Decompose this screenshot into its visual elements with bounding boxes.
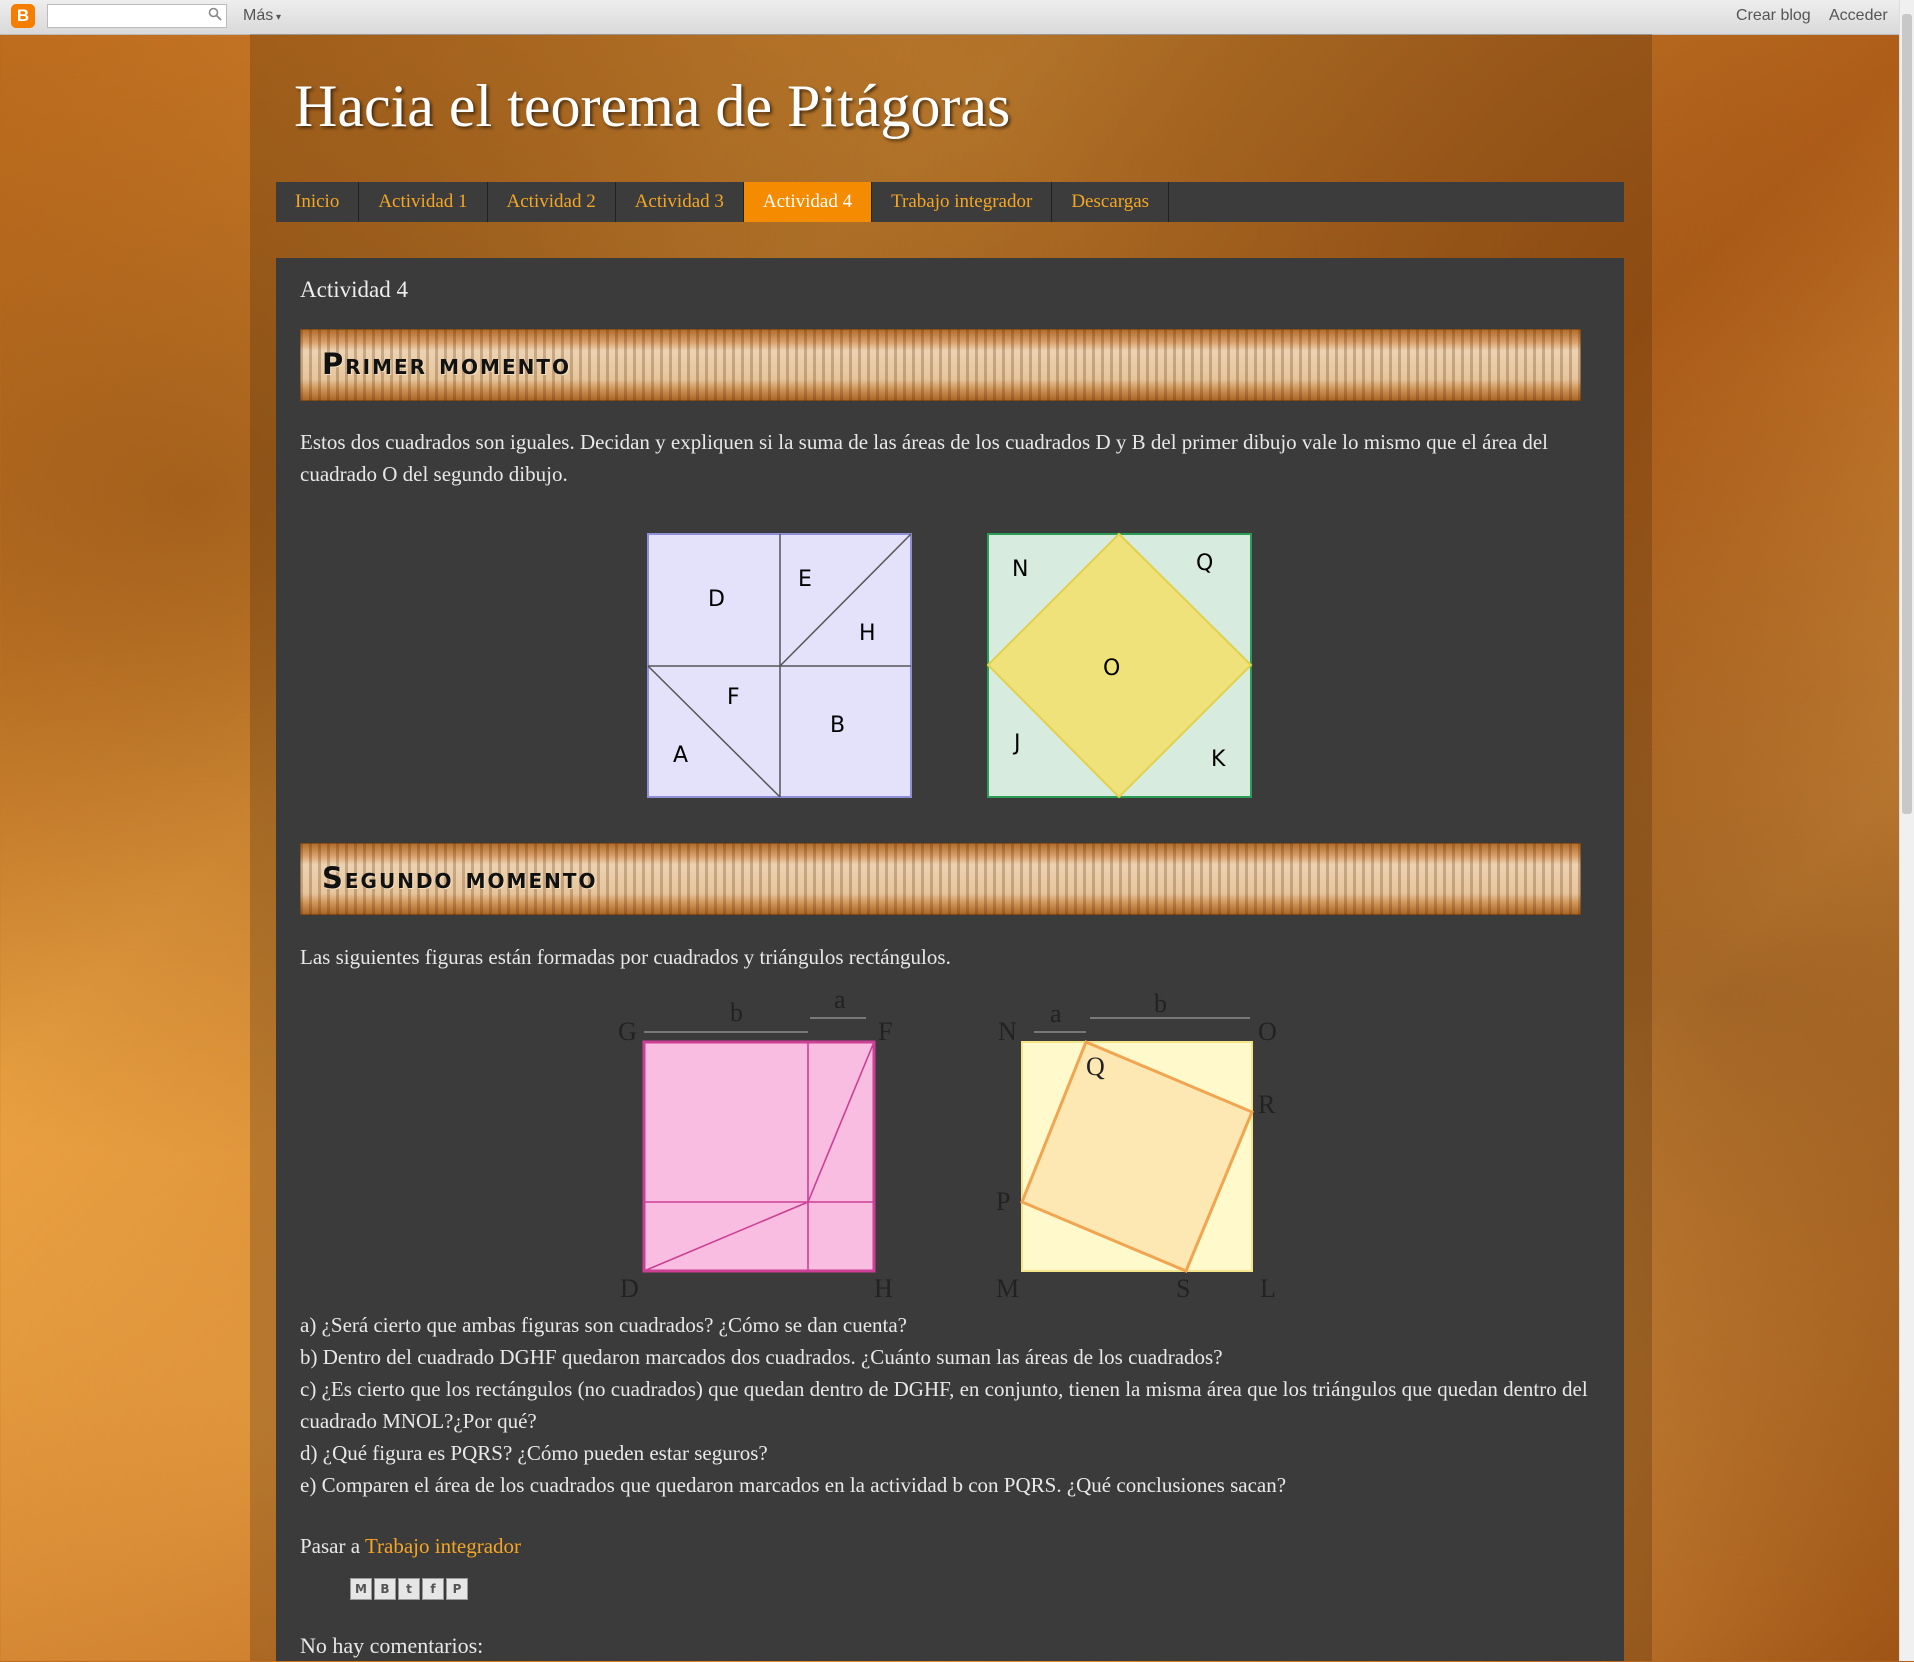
section-banner-primer-momento: Primer momento <box>300 329 1581 401</box>
post-title: Actividad 4 <box>300 277 408 302</box>
figure-square-dehfab: D E H F A B <box>647 533 912 798</box>
label-h: H <box>859 621 876 646</box>
blog-title[interactable]: Hacia el teorema de Pitágoras <box>294 72 1010 141</box>
label-s: S <box>1176 1274 1190 1303</box>
trabajo-integrador-link[interactable]: Trabajo integrador <box>365 1534 521 1558</box>
search-input[interactable] <box>47 4 227 28</box>
twitter-share-icon[interactable]: t <box>398 1578 420 1600</box>
blogthis-share-icon[interactable]: B <box>374 1578 396 1600</box>
label-a: a <box>834 988 846 1014</box>
chevron-down-icon: ▾ <box>273 12 282 23</box>
share-buttons: M B t f P <box>350 1578 468 1600</box>
more-menu[interactable]: Más ▾ <box>243 7 281 25</box>
more-menu-label: Más <box>243 7 274 24</box>
label-q: Q <box>1086 1052 1105 1081</box>
banner-title: Primer momento <box>322 347 572 381</box>
question-a: a) ¿Será cierto que ambas figuras son cu… <box>300 1313 908 1337</box>
tab-actividad-4[interactable]: Actividad 4 <box>743 182 873 222</box>
label-p: P <box>996 1187 1010 1216</box>
blogger-navbar: B Más ▾ Crear blog Acceder <box>0 0 1914 35</box>
tab-descargas[interactable]: Descargas <box>1052 182 1170 222</box>
figure-square-nqojk: N Q O J K <box>986 532 1253 799</box>
label-h: H <box>874 1274 893 1303</box>
label-f: F <box>878 1017 892 1046</box>
section-banner-segundo-momento: Segundo momento <box>300 843 1581 915</box>
figure-square-dghf: b a G F D H <box>618 988 893 1303</box>
pinterest-share-icon[interactable]: P <box>446 1578 468 1600</box>
label-b: b <box>730 998 743 1027</box>
next-link-line: Pasar a Trabajo integrador <box>300 1530 521 1562</box>
label-d: D <box>708 587 725 612</box>
label-b: B <box>830 713 845 738</box>
label-g: G <box>618 1017 637 1046</box>
label-b: b <box>1154 989 1167 1018</box>
search-icon[interactable] <box>208 7 222 21</box>
comments-heading: No hay comentarios: <box>300 1633 484 1658</box>
question-c: c) ¿Es cierto que los rectángulos (no cu… <box>300 1377 1588 1433</box>
next-link-prefix: Pasar a <box>300 1534 365 1558</box>
question-d: d) ¿Qué figura es PQRS? ¿Cómo pueden est… <box>300 1441 768 1465</box>
label-j: J <box>1012 731 1021 756</box>
tab-trabajo-integrador[interactable]: Trabajo integrador <box>872 182 1053 222</box>
tab-actividad-3[interactable]: Actividad 3 <box>616 182 744 222</box>
label-n: N <box>998 1017 1017 1046</box>
label-f: F <box>727 685 740 710</box>
figure-square-mnol: a b N O Q R P M S L <box>996 989 1277 1303</box>
label-a: A <box>673 743 688 768</box>
intro-paragraph-2: Las siguientes figuras están formadas po… <box>300 945 951 969</box>
sign-in-link[interactable]: Acceder <box>1829 7 1888 25</box>
label-q: Q <box>1196 551 1213 576</box>
tab-actividad-1[interactable]: Actividad 1 <box>359 182 488 222</box>
questions-list: a) ¿Será cierto que ambas figuras son cu… <box>300 1309 1610 1501</box>
question-e: e) Comparen el área de los cuadrados que… <box>300 1473 1287 1497</box>
label-o: O <box>1103 656 1120 681</box>
label-n: N <box>1012 557 1028 582</box>
banner-title: Segundo momento <box>322 861 598 895</box>
pages-tabs: Inicio Actividad 1 Actividad 2 Actividad… <box>276 182 1624 222</box>
question-b: b) Dentro del cuadrado DGHF quedaron mar… <box>300 1345 1223 1369</box>
scrollbar[interactable] <box>1899 0 1914 1661</box>
label-l: L <box>1260 1274 1276 1303</box>
label-d: D <box>620 1274 639 1303</box>
blogger-logo-icon[interactable]: B <box>11 4 35 28</box>
label-m: M <box>996 1274 1019 1303</box>
label-a: a <box>1050 999 1062 1028</box>
email-share-icon[interactable]: M <box>350 1578 372 1600</box>
label-r: R <box>1258 1090 1276 1119</box>
label-o: O <box>1258 1017 1277 1046</box>
label-e: E <box>798 567 812 592</box>
label-k: K <box>1211 747 1226 772</box>
intro-paragraph: Estos dos cuadrados son iguales. Decidan… <box>300 430 1549 486</box>
facebook-share-icon[interactable]: f <box>422 1578 444 1600</box>
tab-inicio[interactable]: Inicio <box>276 182 360 222</box>
tab-actividad-2[interactable]: Actividad 2 <box>488 182 616 222</box>
scrollbar-thumb[interactable] <box>1902 14 1912 814</box>
create-blog-link[interactable]: Crear blog <box>1736 7 1811 25</box>
